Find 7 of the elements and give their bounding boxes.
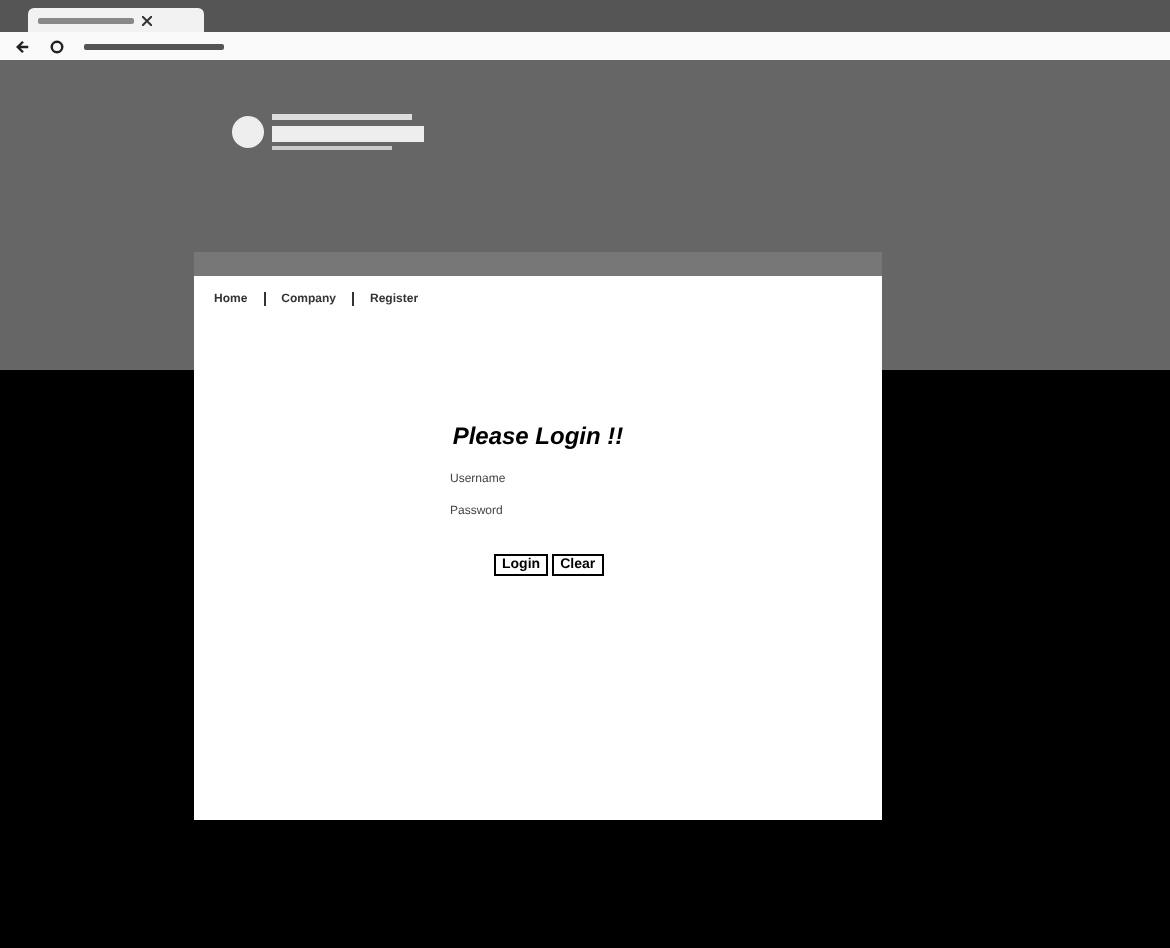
reload-icon[interactable] bbox=[50, 39, 64, 53]
login-title: Please Login !! bbox=[450, 422, 626, 450]
address-bar[interactable] bbox=[0, 32, 1170, 60]
close-icon[interactable] bbox=[142, 15, 152, 25]
url-smudge bbox=[84, 43, 224, 49]
tab-title-smudge bbox=[38, 17, 134, 23]
back-icon[interactable] bbox=[16, 39, 30, 53]
